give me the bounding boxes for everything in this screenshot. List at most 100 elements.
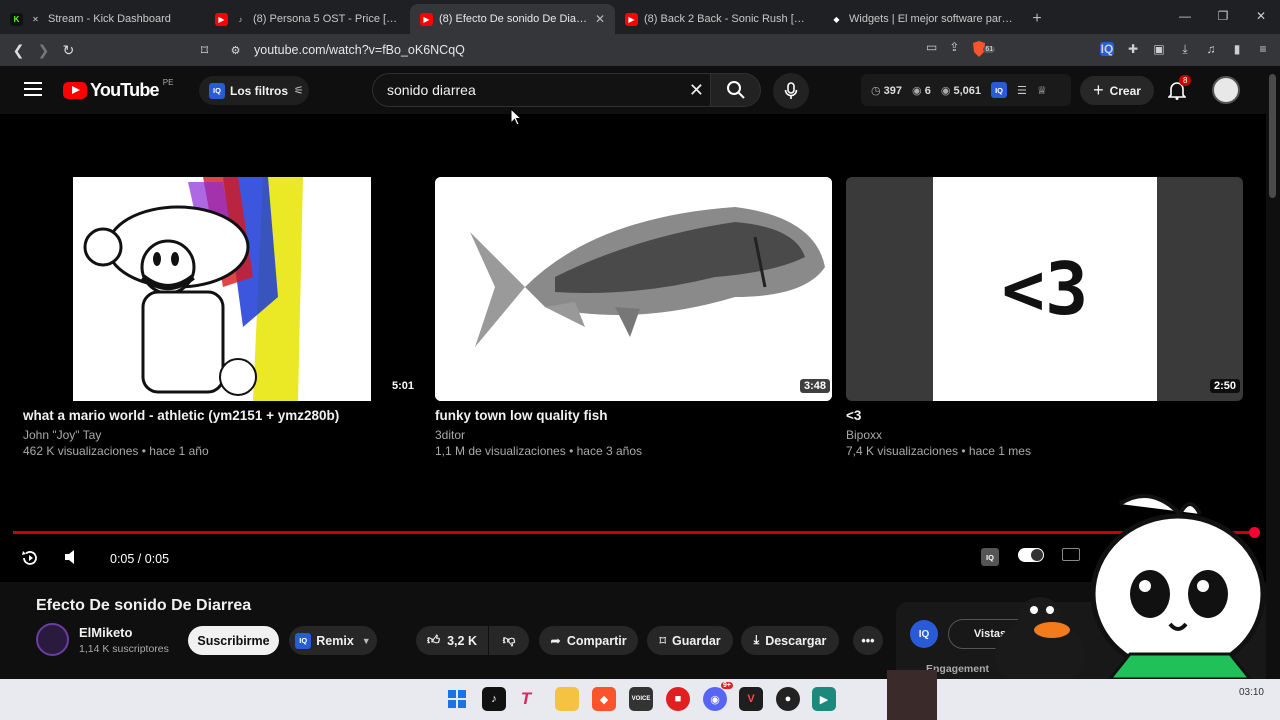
new-tab-button[interactable]: + — [1025, 4, 1049, 34]
endscreen-video-title[interactable]: what a mario world - athletic (ym2151 + … — [23, 408, 339, 423]
endscreen-thumbnail[interactable] — [73, 177, 371, 401]
folder-icon[interactable] — [555, 687, 579, 711]
filters-button[interactable]: IQ Los filtros ⚟ — [199, 76, 309, 105]
iq-player-button[interactable]: IQ — [981, 548, 1004, 566]
restore-icon[interactable]: ❐ — [1204, 0, 1242, 32]
thumbs-up-icon: 👍︎ — [427, 633, 441, 647]
create-label: Crear — [1109, 83, 1141, 98]
stat-c-value: 5,061 — [953, 84, 982, 97]
download-icon[interactable]: ⤓ — [1176, 38, 1194, 60]
share-button[interactable]: ➦ Compartir — [539, 626, 638, 655]
channel-avatar[interactable] — [36, 623, 69, 656]
plus-icon: + — [1093, 80, 1104, 100]
share-icon[interactable]: ⇪ — [949, 40, 959, 58]
tiktok-icon[interactable]: ♪ — [482, 687, 506, 711]
channel-name[interactable]: ElMiketo — [79, 625, 132, 640]
tab-search-icon[interactable]: ▣ — [1150, 38, 1168, 60]
obs-icon[interactable]: ● — [776, 687, 800, 711]
iq-stats-widget[interactable]: ◷ 397 ◉ 6 ◉ 5,061 IQ ☰ ♕ — [861, 74, 1071, 106]
search-button[interactable] — [710, 73, 761, 107]
endscreen-channel[interactable]: John "Joy" Tay — [23, 428, 101, 442]
url-field[interactable]: youtube.com/watch?v=fBo_oK6NCqQ — [222, 38, 1012, 62]
subscribe-label: Suscribirme — [197, 633, 270, 648]
widgets-icon: ◆ — [833, 14, 840, 24]
endscreen-meta: 7,4 K visualizaciones • hace 1 mes — [846, 444, 1031, 458]
valorant-icon[interactable]: V — [739, 687, 763, 711]
menu-hamburger-icon[interactable] — [24, 82, 42, 96]
cast-icon[interactable]: ▭ — [926, 40, 937, 58]
browser-tab-active[interactable]: ▶ (8) Efecto De sonido De Diarrea ✕ — [410, 4, 615, 34]
iq-icon: IQ — [981, 548, 999, 566]
youtube-header: YouTube PE IQ Los filtros ⚟ sonido diarr… — [0, 66, 1266, 114]
create-button[interactable]: + Crear — [1080, 76, 1154, 105]
minimize-icon[interactable]: — — [1166, 0, 1204, 32]
bookmark-icon[interactable]: ⌑ — [192, 36, 217, 64]
webcam-thumbnail — [887, 670, 937, 720]
app-teal-icon[interactable]: ▶ — [812, 687, 836, 711]
endscreen-channel[interactable]: Bipoxx — [846, 428, 882, 442]
scrollbar-thumb[interactable] — [1269, 74, 1276, 198]
browser-tab[interactable]: ◆ Widgets | El mejor software para poten… — [820, 4, 1025, 34]
close-tab-icon[interactable]: ✕ — [595, 12, 605, 26]
autoplay-toggle[interactable] — [1018, 548, 1044, 562]
share-label: Compartir — [566, 633, 627, 648]
video-duration: 2:50 — [1210, 379, 1241, 393]
endscreen-thumbnail[interactable] — [435, 177, 832, 401]
more-icon: ••• — [861, 633, 875, 648]
page-scrollbar[interactable] — [1266, 66, 1280, 679]
youtube-logo[interactable]: YouTube PE — [63, 78, 173, 101]
reload-icon[interactable]: ↻ — [56, 36, 81, 64]
menu-icon[interactable]: ≡ — [1254, 38, 1272, 60]
account-avatar[interactable] — [1212, 76, 1240, 104]
extensions-icon[interactable]: ✚ — [1124, 38, 1142, 60]
text-app-icon[interactable]: T — [514, 687, 538, 711]
address-actions: ▭ ⇪ 61 — [926, 40, 996, 58]
dislike-button[interactable]: 👎︎ — [489, 626, 529, 655]
brave-shield-icon[interactable]: 61 — [971, 40, 996, 58]
download-button[interactable]: ⤓ Descargar — [741, 626, 839, 655]
remix-button[interactable]: IQ Remix ▼ — [289, 626, 377, 655]
list-icon[interactable]: ☰ — [1017, 84, 1027, 97]
download-label: Descargar — [765, 633, 827, 648]
replay-button[interactable] — [20, 548, 40, 568]
endscreen-video-title[interactable]: <3 — [846, 408, 861, 423]
notifications-button[interactable]: 8 — [1165, 75, 1192, 102]
eye-icon: ◉ — [912, 84, 922, 97]
windows-taskbar: ♪ T ◆ VOICE ■ ◉ 9+ V ● ▶ 03:10 — [0, 670, 1280, 720]
app-red-icon[interactable]: ■ — [666, 687, 690, 711]
voicemeeter-icon[interactable]: VOICE — [629, 687, 653, 711]
voice-search-button[interactable] — [773, 73, 809, 109]
clear-search-icon[interactable]: ✕ — [689, 80, 704, 101]
save-button[interactable]: ⌑ Guardar — [647, 626, 733, 655]
browser-tab[interactable]: K ✕ Stream - Kick Dashboard — [0, 4, 205, 34]
start-icon[interactable] — [445, 687, 469, 711]
like-button[interactable]: 👍︎ 3,2 K — [416, 626, 488, 655]
subtitles-button[interactable] — [1062, 548, 1080, 561]
video-player[interactable]: 5:01 what a mario world - athletic (ym21… — [0, 108, 1266, 582]
browser-tab[interactable]: ▶ (8) Back 2 Back - Sonic Rush [OST] - Y… — [615, 4, 820, 34]
iq-icon: IQ — [209, 82, 225, 99]
endscreen-thumbnail[interactable]: <3 — [846, 177, 1243, 401]
search-input[interactable]: sonido diarrea ✕ — [372, 73, 710, 107]
browser-tab[interactable]: ▶ ♪ (8) Persona 5 OST - Price [Extended] — [205, 4, 410, 34]
sidebar-icon[interactable]: ▮ — [1228, 38, 1246, 60]
trophy-icon[interactable]: ♕ — [1037, 84, 1047, 97]
brave-icon[interactable]: ◆ — [592, 687, 616, 711]
volume-button[interactable] — [63, 548, 81, 566]
more-actions-button[interactable]: ••• — [853, 626, 883, 655]
forward-icon[interactable]: ❯ — [31, 36, 56, 64]
system-clock[interactable]: 03:10 — [1239, 687, 1264, 698]
discord-icon[interactable]: ◉ 9+ — [703, 682, 733, 711]
endscreen-channel[interactable]: 3ditor — [435, 428, 465, 442]
share-arrow-icon: ➦ — [550, 634, 561, 648]
bookmark-icon: ⌑ — [659, 634, 667, 648]
media-icon[interactable]: ♫ — [1202, 38, 1220, 60]
tab-title: (8) Efecto De sonido De Diarrea — [439, 13, 589, 25]
back-icon[interactable]: ❮ — [6, 36, 31, 64]
endscreen-video-title[interactable]: funky town low quality fish — [435, 408, 608, 423]
iq-extension-icon[interactable]: IQ — [1098, 38, 1116, 60]
progress-bar[interactable] — [13, 527, 1260, 538]
close-window-icon[interactable]: ✕ — [1242, 0, 1280, 32]
subscribe-button[interactable]: Suscribirme — [188, 626, 279, 655]
filters-label: Los filtros — [230, 83, 289, 98]
